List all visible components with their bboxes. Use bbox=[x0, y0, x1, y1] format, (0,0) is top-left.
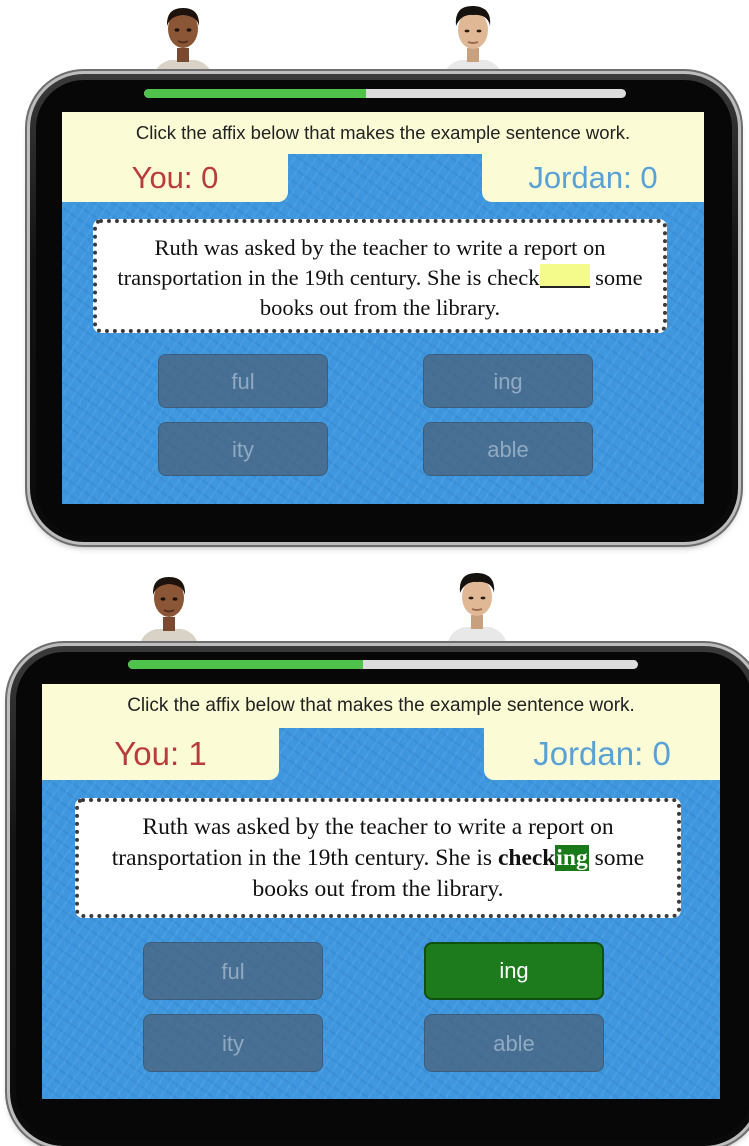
option-ity-button[interactable]: ity bbox=[143, 1014, 323, 1072]
opponent-score: Jordan: 0 bbox=[482, 154, 704, 202]
game-screen: Click the affix below that makes the exa… bbox=[62, 112, 704, 504]
game-panel-before: Click the affix below that makes the exa… bbox=[0, 0, 749, 560]
player-avatar-icon bbox=[140, 577, 198, 645]
option-ing-button[interactable]: ing bbox=[423, 354, 593, 408]
game-screen: Click the affix below that makes the exa… bbox=[42, 684, 720, 1099]
player-score: You: 0 bbox=[62, 154, 288, 202]
opponent-avatar-icon bbox=[448, 572, 506, 643]
opponent-score: Jordan: 0 bbox=[484, 728, 720, 780]
progress-bar bbox=[144, 89, 626, 98]
option-able-button[interactable]: able bbox=[424, 1014, 604, 1072]
progress-fill bbox=[144, 89, 366, 98]
option-ful-button[interactable]: ful bbox=[158, 354, 328, 408]
filled-affix: ing bbox=[555, 845, 589, 871]
instruction-text: Click the affix below that makes the exa… bbox=[42, 684, 720, 728]
player-avatar-icon bbox=[154, 8, 212, 76]
opponent-avatar-icon bbox=[444, 5, 502, 76]
example-sentence: Ruth was asked by the teacher to write a… bbox=[93, 219, 667, 333]
sentence-text-before: Ruth was asked by the teacher to write a… bbox=[117, 235, 606, 290]
game-panel-after: Click the affix below that makes the exa… bbox=[0, 565, 749, 1146]
progress-bar bbox=[128, 660, 638, 669]
option-able-button[interactable]: able bbox=[423, 422, 593, 476]
option-ing-button[interactable]: ing bbox=[424, 942, 604, 1000]
option-ful-button[interactable]: ful bbox=[143, 942, 323, 1000]
sentence-root-word: check bbox=[497, 845, 556, 871]
player-score: You: 1 bbox=[42, 728, 279, 780]
example-sentence: Ruth was asked by the teacher to write a… bbox=[75, 798, 681, 918]
affix-blank bbox=[539, 264, 590, 288]
instruction-text: Click the affix below that makes the exa… bbox=[62, 112, 704, 154]
progress-fill bbox=[128, 660, 363, 669]
option-ity-button[interactable]: ity bbox=[158, 422, 328, 476]
